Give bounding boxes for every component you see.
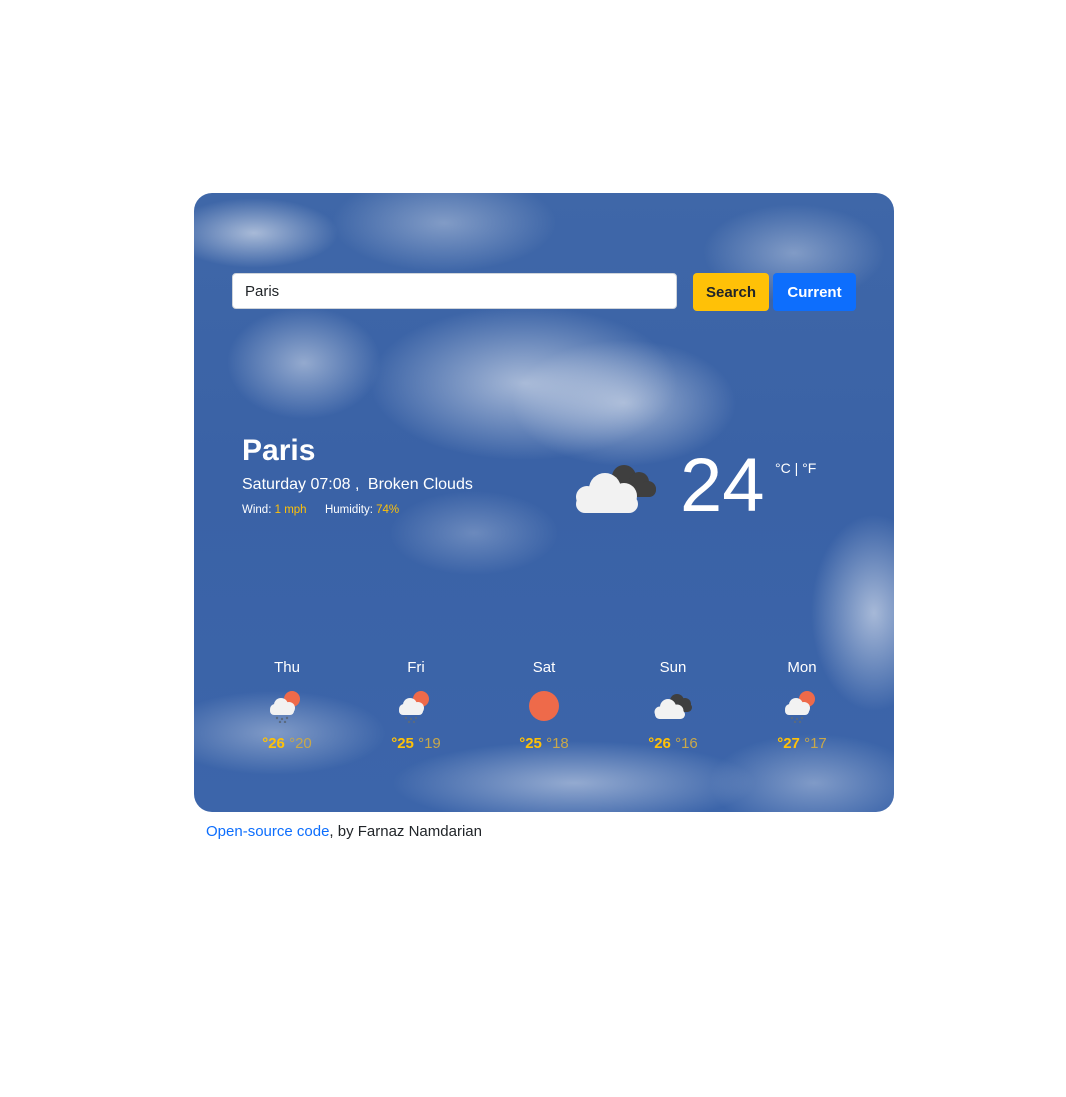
broken-clouds-icon — [654, 694, 692, 719]
footer: Open-source code, by Farnaz Namdarian — [206, 823, 482, 840]
separator: , — [354, 476, 360, 493]
weather-description: Broken Clouds — [367, 476, 473, 493]
author-credit: , by Farnaz Namdarian — [329, 823, 482, 840]
forecast-day-name: Mon — [787, 659, 817, 676]
humidity-label: Humidity: — [324, 504, 373, 516]
forecast-temps: °25 °18 — [479, 734, 609, 754]
wind-label: Wind: — [242, 504, 272, 516]
forecast-temps: °27 °17 — [737, 734, 867, 754]
forecast-temps: °26 °20 — [222, 734, 352, 754]
forecast-min: °16 — [675, 735, 698, 752]
forecast-min: °19 — [418, 735, 441, 752]
forecast-min: °20 — [289, 735, 312, 752]
weather-card: Search Current Paris Saturday 07:08 , Br… — [194, 193, 894, 812]
open-source-link[interactable]: Open-source code — [206, 823, 329, 840]
search-button[interactable]: Search — [693, 273, 769, 311]
current-temperature: 24 — [680, 443, 765, 528]
date-description: Saturday 07:08 , Broken Clouds — [242, 475, 473, 495]
sun-icon — [529, 691, 559, 721]
forecast-day: Sun °26 °16 — [608, 657, 738, 754]
broken-clouds-icon — [576, 465, 656, 513]
forecast-day: Thu °26 °20 — [222, 657, 352, 754]
forecast: Thu °26 °20 Fri °25 °19 Sat °25 °18 Sun … — [222, 657, 866, 767]
forecast-day-name: Thu — [274, 659, 300, 676]
humidity-value: 74% — [376, 504, 400, 516]
search-form: Search Current — [232, 273, 856, 311]
forecast-day: Mon °27 °17 — [737, 657, 867, 754]
wind-value: 1 mph — [274, 504, 307, 516]
forecast-day-name: Sun — [659, 659, 687, 676]
forecast-min: °18 — [546, 735, 569, 752]
celsius-link[interactable]: °C — [775, 460, 791, 476]
city-search-input[interactable] — [232, 273, 677, 309]
fahrenheit-link[interactable]: °F — [802, 460, 816, 476]
unit-toggle: °C | °F — [775, 459, 816, 477]
rain-sun-cloud-icon — [785, 691, 815, 723]
forecast-temps: °25 °19 — [351, 734, 481, 754]
forecast-day-name: Fri — [407, 659, 425, 676]
current-location-button[interactable]: Current — [773, 273, 856, 311]
city-name: Paris — [242, 434, 316, 467]
rain-sun-cloud-icon — [399, 691, 429, 723]
forecast-day: Fri °25 °19 — [351, 657, 481, 754]
forecast-max: °25 — [519, 735, 542, 752]
rain-sun-cloud-icon — [270, 691, 300, 723]
forecast-min: °17 — [804, 735, 827, 752]
forecast-temps: °26 °16 — [608, 734, 738, 754]
page: Search Current Paris Saturday 07:08 , Br… — [0, 0, 1066, 1097]
weather-details: Wind: 1 mph Humidity: 74% — [242, 503, 399, 517]
forecast-max: °25 — [391, 735, 414, 752]
forecast-max: °27 — [777, 735, 800, 752]
forecast-max: °26 — [648, 735, 671, 752]
forecast-day: Sat °25 °18 — [479, 657, 609, 754]
unit-separator: | — [794, 460, 799, 476]
day-time: Saturday 07:08 — [242, 476, 351, 493]
forecast-day-name: Sat — [532, 659, 556, 676]
forecast-max: °26 — [262, 735, 285, 752]
